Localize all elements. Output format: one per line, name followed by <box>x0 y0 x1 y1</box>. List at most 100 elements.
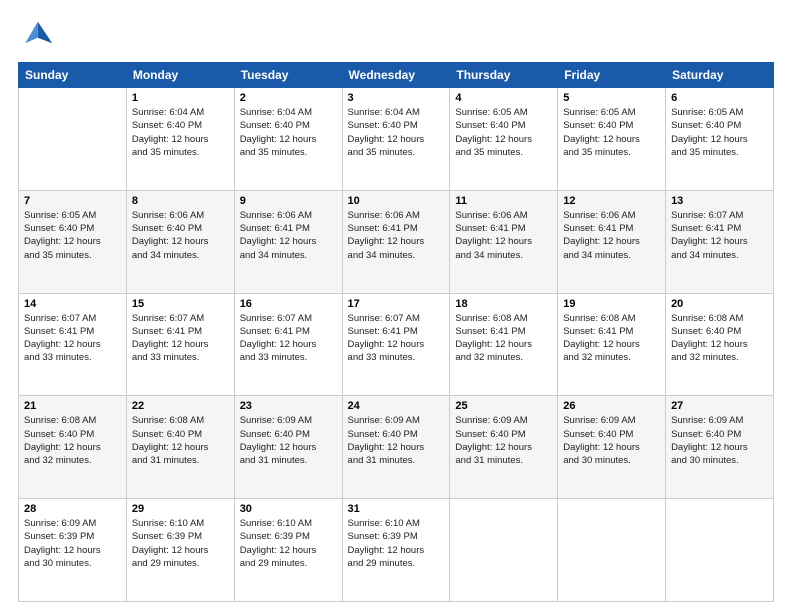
calendar-cell: 8 Sunrise: 6:06 AM Sunset: 6:40 PM Daylig… <box>126 190 234 293</box>
day-info: Sunrise: 6:09 AM Sunset: 6:40 PM Dayligh… <box>563 414 660 467</box>
page: SundayMondayTuesdayWednesdayThursdayFrid… <box>0 0 792 612</box>
day-number: 31 <box>348 503 445 515</box>
calendar-cell: 5 Sunrise: 6:05 AM Sunset: 6:40 PM Daylig… <box>558 88 666 191</box>
day-number: 7 <box>24 195 121 207</box>
logo <box>18 18 58 54</box>
day-number: 5 <box>563 92 660 104</box>
day-info: Sunrise: 6:10 AM Sunset: 6:39 PM Dayligh… <box>348 517 445 570</box>
day-number: 2 <box>240 92 337 104</box>
calendar-cell: 14 Sunrise: 6:07 AM Sunset: 6:41 PM Dayli… <box>19 293 127 396</box>
calendar-cell: 18Sunrise: 6:08 AM Sunset: 6:41 PM Dayli… <box>450 293 558 396</box>
calendar-cell <box>666 499 774 602</box>
calendar-cell: 13 Sunrise: 6:07 AM Sunset: 6:41 PM Dayli… <box>666 190 774 293</box>
calendar-cell: 31 Sunrise: 6:10 AM Sunset: 6:39 PM Dayli… <box>342 499 450 602</box>
calendar-cell: 21Sunrise: 6:08 AM Sunset: 6:40 PM Dayli… <box>19 396 127 499</box>
day-info: Sunrise: 6:06 AM Sunset: 6:40 PM Dayligh… <box>132 209 229 262</box>
calendar-cell: 2 Sunrise: 6:04 AM Sunset: 6:40 PM Daylig… <box>234 88 342 191</box>
calendar-week-2: 14 Sunrise: 6:07 AM Sunset: 6:41 PM Dayli… <box>19 293 774 396</box>
day-info: Sunrise: 6:08 AM Sunset: 6:41 PM Dayligh… <box>455 312 552 365</box>
header <box>18 18 774 54</box>
calendar-cell: 10 Sunrise: 6:06 AM Sunset: 6:41 PM Dayli… <box>342 190 450 293</box>
calendar-cell: 26Sunrise: 6:09 AM Sunset: 6:40 PM Dayli… <box>558 396 666 499</box>
calendar-week-4: 28 Sunrise: 6:09 AM Sunset: 6:39 PM Dayli… <box>19 499 774 602</box>
calendar-cell: 29 Sunrise: 6:10 AM Sunset: 6:39 PM Dayli… <box>126 499 234 602</box>
calendar-cell: 16Sunrise: 6:07 AM Sunset: 6:41 PM Dayli… <box>234 293 342 396</box>
calendar-cell: 25 Sunrise: 6:09 AM Sunset: 6:40 PM Dayli… <box>450 396 558 499</box>
day-number: 11 <box>455 195 552 207</box>
day-number: 3 <box>348 92 445 104</box>
day-info: Sunrise: 6:08 AM Sunset: 6:41 PM Dayligh… <box>563 312 660 365</box>
calendar-body: 1 Sunrise: 6:04 AM Sunset: 6:40 PM Daylig… <box>19 88 774 602</box>
calendar-week-3: 21Sunrise: 6:08 AM Sunset: 6:40 PM Dayli… <box>19 396 774 499</box>
header-row: SundayMondayTuesdayWednesdayThursdayFrid… <box>19 63 774 88</box>
day-info: Sunrise: 6:04 AM Sunset: 6:40 PM Dayligh… <box>348 106 445 159</box>
day-number: 28 <box>24 503 121 515</box>
day-number: 22 <box>132 400 229 412</box>
day-info: Sunrise: 6:04 AM Sunset: 6:40 PM Dayligh… <box>240 106 337 159</box>
calendar-cell: 30 Sunrise: 6:10 AM Sunset: 6:39 PM Dayli… <box>234 499 342 602</box>
calendar-cell: 22Sunrise: 6:08 AM Sunset: 6:40 PM Dayli… <box>126 396 234 499</box>
day-header-wednesday: Wednesday <box>342 63 450 88</box>
day-info: Sunrise: 6:06 AM Sunset: 6:41 PM Dayligh… <box>348 209 445 262</box>
calendar-table: SundayMondayTuesdayWednesdayThursdayFrid… <box>18 62 774 602</box>
day-info: Sunrise: 6:09 AM Sunset: 6:40 PM Dayligh… <box>240 414 337 467</box>
day-number: 8 <box>132 195 229 207</box>
day-info: Sunrise: 6:09 AM Sunset: 6:40 PM Dayligh… <box>348 414 445 467</box>
day-header-thursday: Thursday <box>450 63 558 88</box>
calendar-cell: 15Sunrise: 6:07 AM Sunset: 6:41 PM Dayli… <box>126 293 234 396</box>
day-info: Sunrise: 6:09 AM Sunset: 6:40 PM Dayligh… <box>455 414 552 467</box>
day-info: Sunrise: 6:08 AM Sunset: 6:40 PM Dayligh… <box>671 312 768 365</box>
calendar-cell: 6 Sunrise: 6:05 AM Sunset: 6:40 PM Daylig… <box>666 88 774 191</box>
calendar-cell: 19Sunrise: 6:08 AM Sunset: 6:41 PM Dayli… <box>558 293 666 396</box>
day-info: Sunrise: 6:09 AM Sunset: 6:40 PM Dayligh… <box>671 414 768 467</box>
day-info: Sunrise: 6:05 AM Sunset: 6:40 PM Dayligh… <box>563 106 660 159</box>
calendar-cell: 4Sunrise: 6:05 AM Sunset: 6:40 PM Daylig… <box>450 88 558 191</box>
day-info: Sunrise: 6:10 AM Sunset: 6:39 PM Dayligh… <box>240 517 337 570</box>
calendar-cell <box>558 499 666 602</box>
calendar-cell: 11 Sunrise: 6:06 AM Sunset: 6:41 PM Dayli… <box>450 190 558 293</box>
calendar-cell: 24 Sunrise: 6:09 AM Sunset: 6:40 PM Dayli… <box>342 396 450 499</box>
day-info: Sunrise: 6:09 AM Sunset: 6:39 PM Dayligh… <box>24 517 121 570</box>
day-info: Sunrise: 6:06 AM Sunset: 6:41 PM Dayligh… <box>240 209 337 262</box>
day-header-tuesday: Tuesday <box>234 63 342 88</box>
day-info: Sunrise: 6:05 AM Sunset: 6:40 PM Dayligh… <box>671 106 768 159</box>
day-info: Sunrise: 6:07 AM Sunset: 6:41 PM Dayligh… <box>671 209 768 262</box>
day-number: 1 <box>132 92 229 104</box>
day-number: 17 <box>348 298 445 310</box>
day-number: 24 <box>348 400 445 412</box>
calendar-cell: 20 Sunrise: 6:08 AM Sunset: 6:40 PM Dayli… <box>666 293 774 396</box>
day-info: Sunrise: 6:10 AM Sunset: 6:39 PM Dayligh… <box>132 517 229 570</box>
day-number: 27 <box>671 400 768 412</box>
day-info: Sunrise: 6:05 AM Sunset: 6:40 PM Dayligh… <box>24 209 121 262</box>
day-info: Sunrise: 6:07 AM Sunset: 6:41 PM Dayligh… <box>24 312 121 365</box>
day-number: 29 <box>132 503 229 515</box>
day-number: 10 <box>348 195 445 207</box>
day-info: Sunrise: 6:07 AM Sunset: 6:41 PM Dayligh… <box>348 312 445 365</box>
day-number: 12 <box>563 195 660 207</box>
day-number: 30 <box>240 503 337 515</box>
day-number: 21 <box>24 400 121 412</box>
day-number: 6 <box>671 92 768 104</box>
day-info: Sunrise: 6:06 AM Sunset: 6:41 PM Dayligh… <box>455 209 552 262</box>
day-info: Sunrise: 6:04 AM Sunset: 6:40 PM Dayligh… <box>132 106 229 159</box>
day-header-sunday: Sunday <box>19 63 127 88</box>
day-header-friday: Friday <box>558 63 666 88</box>
calendar-cell <box>19 88 127 191</box>
logo-icon <box>18 18 54 54</box>
day-number: 25 <box>455 400 552 412</box>
day-info: Sunrise: 6:06 AM Sunset: 6:41 PM Dayligh… <box>563 209 660 262</box>
calendar-cell: 28 Sunrise: 6:09 AM Sunset: 6:39 PM Dayli… <box>19 499 127 602</box>
calendar-cell: 7 Sunrise: 6:05 AM Sunset: 6:40 PM Daylig… <box>19 190 127 293</box>
calendar-week-1: 7 Sunrise: 6:05 AM Sunset: 6:40 PM Daylig… <box>19 190 774 293</box>
calendar-cell <box>450 499 558 602</box>
calendar-cell: 23Sunrise: 6:09 AM Sunset: 6:40 PM Dayli… <box>234 396 342 499</box>
calendar-cell: 9 Sunrise: 6:06 AM Sunset: 6:41 PM Daylig… <box>234 190 342 293</box>
day-number: 13 <box>671 195 768 207</box>
day-info: Sunrise: 6:07 AM Sunset: 6:41 PM Dayligh… <box>240 312 337 365</box>
day-number: 15 <box>132 298 229 310</box>
day-number: 20 <box>671 298 768 310</box>
calendar-cell: 12 Sunrise: 6:06 AM Sunset: 6:41 PM Dayli… <box>558 190 666 293</box>
day-number: 14 <box>24 298 121 310</box>
day-header-saturday: Saturday <box>666 63 774 88</box>
day-number: 9 <box>240 195 337 207</box>
